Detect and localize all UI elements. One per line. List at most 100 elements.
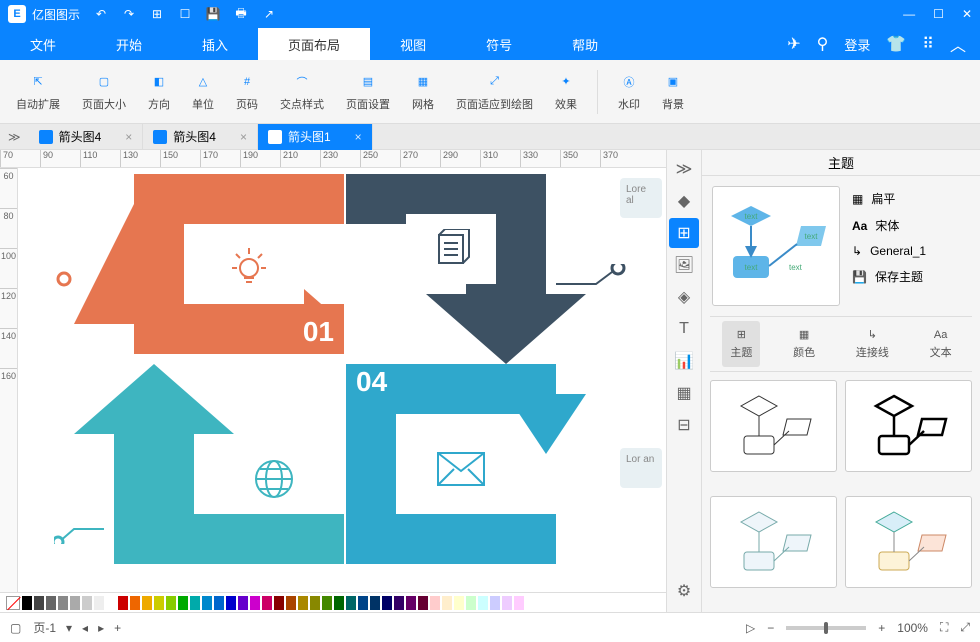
play-icon[interactable]: ▷	[746, 621, 755, 635]
color-swatch[interactable]	[490, 596, 500, 610]
color-swatch[interactable]	[118, 596, 128, 610]
color-swatch[interactable]	[190, 596, 200, 610]
theme-thumb[interactable]	[710, 496, 837, 588]
presentation-icon[interactable]: ▢	[10, 621, 21, 635]
save-icon[interactable]: 💾	[206, 7, 220, 21]
color-swatch[interactable]	[466, 596, 476, 610]
color-swatch[interactable]	[178, 596, 188, 610]
color-swatch[interactable]	[226, 596, 236, 610]
send-icon[interactable]: ✈	[787, 34, 800, 54]
page-dropdown-icon[interactable]: ▾	[66, 621, 72, 635]
text-icon[interactable]: T	[669, 314, 699, 344]
color-swatch[interactable]	[502, 596, 512, 610]
text-note-2[interactable]: Lor an	[620, 448, 662, 488]
prop-font[interactable]: Aa宋体	[852, 217, 970, 234]
color-swatch[interactable]	[454, 596, 464, 610]
theme-icon[interactable]: ⊞	[669, 218, 699, 248]
color-swatch[interactable]	[82, 596, 92, 610]
maximize-button[interactable]: ☐	[933, 7, 944, 21]
ribbon-page-settings[interactable]: ▤页面设置	[336, 68, 400, 116]
expand-right-panel-icon[interactable]: ≫	[669, 154, 699, 184]
zoom-in-icon[interactable]: +	[878, 621, 885, 635]
open-icon[interactable]: ☐	[178, 7, 192, 21]
category-theme[interactable]: ⊞主题	[722, 321, 760, 367]
color-swatch[interactable]	[514, 596, 524, 610]
color-swatch[interactable]	[370, 596, 380, 610]
collapse-ribbon-icon[interactable]: ︿	[950, 32, 966, 56]
color-swatch[interactable]	[166, 596, 176, 610]
text-note-1[interactable]: Lore al	[620, 178, 662, 218]
menu-start[interactable]: 开始	[86, 28, 172, 60]
settings-icon[interactable]: ⚙	[669, 576, 699, 606]
color-swatch[interactable]	[418, 596, 428, 610]
canvas[interactable]: 01 02	[18, 168, 666, 592]
ribbon-fit[interactable]: ⤢页面适应到绘图	[446, 68, 543, 116]
ribbon-intersection[interactable]: ⌒交点样式	[270, 68, 334, 116]
color-swatch[interactable]	[322, 596, 332, 610]
color-swatch[interactable]	[346, 596, 356, 610]
shirt-icon[interactable]: 👕	[886, 34, 906, 54]
color-swatch[interactable]	[58, 596, 68, 610]
color-swatch[interactable]	[382, 596, 392, 610]
color-swatch[interactable]	[202, 596, 212, 610]
menu-page-layout[interactable]: 页面布局	[258, 28, 370, 60]
image-icon[interactable]: 🖼	[669, 250, 699, 280]
color-swatch[interactable]	[250, 596, 260, 610]
color-swatch[interactable]	[130, 596, 140, 610]
color-swatch[interactable]	[106, 596, 116, 610]
prop-save[interactable]: 💾保存主题	[852, 268, 970, 285]
color-swatch[interactable]	[394, 596, 404, 610]
prev-page-icon[interactable]: ◂	[82, 621, 88, 635]
zoom-out-icon[interactable]: −	[767, 621, 774, 635]
category-connector[interactable]: ↳连接线	[848, 317, 897, 371]
color-swatch[interactable]	[46, 596, 56, 610]
prop-style[interactable]: ▦扁平	[852, 190, 970, 207]
close-icon[interactable]: ×	[125, 130, 132, 144]
color-swatch[interactable]	[70, 596, 80, 610]
color-swatch[interactable]	[478, 596, 488, 610]
color-swatch[interactable]	[358, 596, 368, 610]
menu-symbol[interactable]: 符号	[456, 28, 542, 60]
arrow-shape-01[interactable]: 01	[74, 174, 344, 354]
menu-help[interactable]: 帮助	[542, 28, 628, 60]
share-icon[interactable]: ⚲	[817, 34, 829, 54]
menu-file[interactable]: 文件	[0, 28, 86, 60]
ribbon-watermark[interactable]: Ⓐ水印	[608, 68, 650, 116]
color-swatch[interactable]	[142, 596, 152, 610]
menu-view[interactable]: 视图	[370, 28, 456, 60]
no-fill-icon[interactable]	[6, 596, 20, 610]
color-swatch[interactable]	[238, 596, 248, 610]
tab-2[interactable]: 箭头图4×	[143, 124, 258, 150]
zoom-value[interactable]: 100%	[897, 621, 928, 635]
ribbon-auto-expand[interactable]: ⇱自动扩展	[6, 68, 70, 116]
login-button[interactable]: 登录	[844, 35, 870, 54]
layers-icon[interactable]: ◈	[669, 282, 699, 312]
ribbon-orientation[interactable]: ◧方向	[138, 68, 180, 116]
color-swatch[interactable]	[214, 596, 224, 610]
arrow-shape-02[interactable]: 02	[346, 174, 586, 354]
color-swatch[interactable]	[94, 596, 104, 610]
ribbon-background[interactable]: ▣背景	[652, 68, 694, 116]
export-icon[interactable]: ↗	[262, 7, 276, 21]
apps-icon[interactable]: ⠿	[922, 34, 934, 54]
calendar-icon[interactable]: ▦	[669, 378, 699, 408]
color-swatch[interactable]	[430, 596, 440, 610]
prop-connector[interactable]: ↳General_1	[852, 244, 970, 258]
minimize-button[interactable]: —	[903, 7, 915, 21]
menu-insert[interactable]: 插入	[172, 28, 258, 60]
zoom-slider[interactable]	[786, 626, 866, 630]
color-swatch[interactable]	[406, 596, 416, 610]
style-icon[interactable]: ◆	[669, 186, 699, 216]
color-swatch[interactable]	[298, 596, 308, 610]
color-swatch[interactable]	[310, 596, 320, 610]
page-selector[interactable]: 页-1	[33, 619, 56, 636]
ribbon-grid[interactable]: ▦网格	[402, 68, 444, 116]
chart-icon[interactable]: 📊	[669, 346, 699, 376]
redo-icon[interactable]: ↷	[122, 7, 136, 21]
theme-thumb[interactable]	[845, 380, 972, 472]
new-icon[interactable]: ⊞	[150, 7, 164, 21]
theme-thumb[interactable]	[710, 380, 837, 472]
ribbon-page-number[interactable]: #页码	[226, 68, 268, 116]
color-swatch[interactable]	[442, 596, 452, 610]
ribbon-page-size[interactable]: ▢页面大小	[72, 68, 136, 116]
